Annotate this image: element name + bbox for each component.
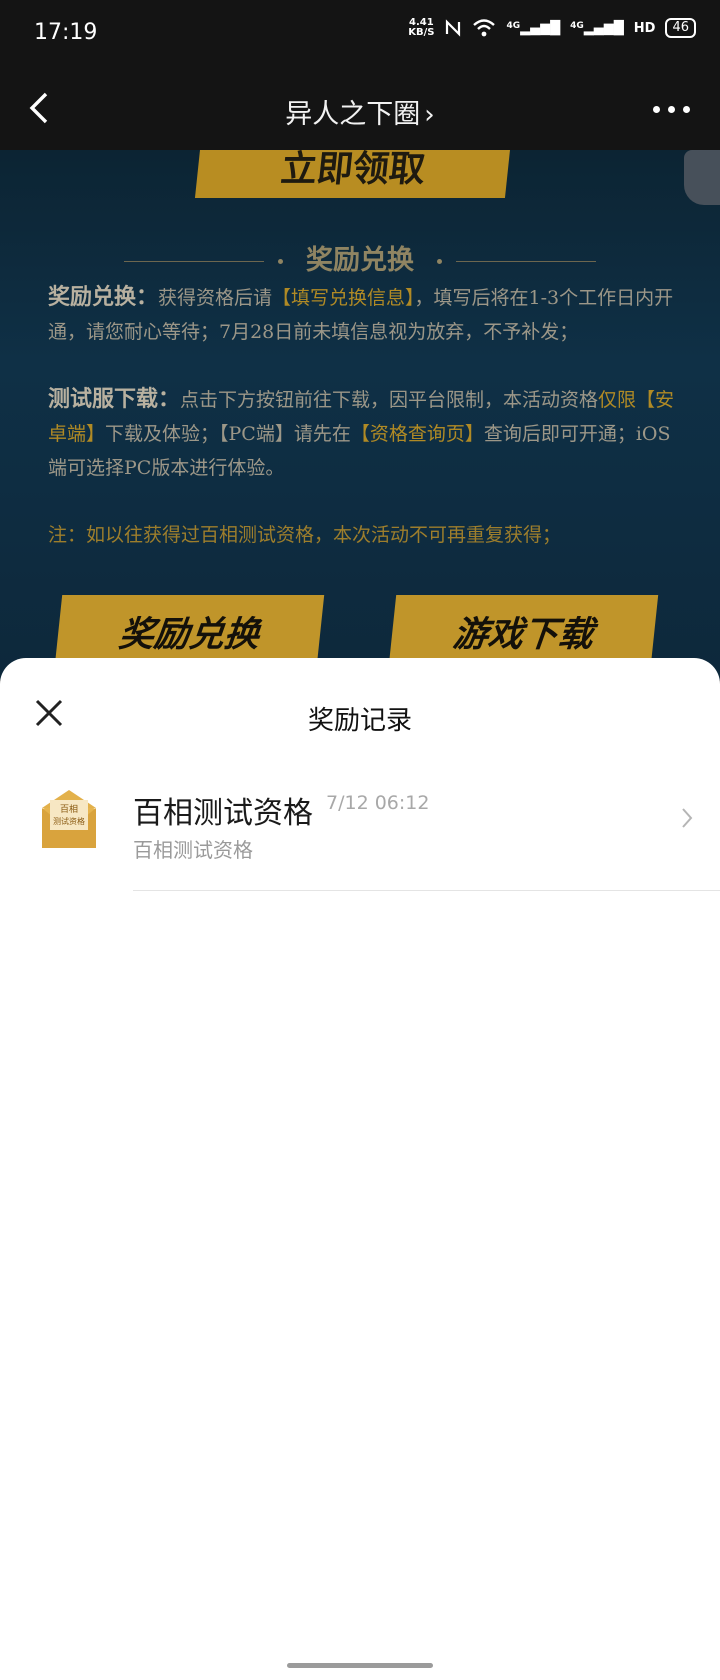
hd-icon: HD: [633, 20, 656, 36]
status-time: 17:19: [34, 20, 98, 45]
claim-now-button[interactable]: 立即领取: [194, 150, 512, 198]
nfc-icon: [446, 19, 461, 37]
activity-banner: 立即领取 奖励兑换 奖励兑换：获得资格后请【填写兑换信息】，填写后将在1-3个工…: [0, 150, 720, 680]
wifi-icon: [473, 19, 496, 37]
status-bar: 17:19 4.41 KB/S 4G▂▄▆█ 4G▂▄▆█ HD 46: [0, 0, 720, 68]
battery-icon: 46: [665, 18, 696, 38]
signal-2-icon: 4G▂▄▆█: [570, 20, 624, 36]
fill-info-link[interactable]: 【填写兑换信息】: [272, 287, 415, 309]
download-label: 测试服下载：: [48, 386, 181, 412]
top-nav: 异人之下圈 ›: [0, 68, 720, 150]
section-heading-text: 奖励兑换: [306, 245, 414, 276]
reward-text-1: 获得资格后请: [158, 287, 273, 309]
envelope-icon: 百相 测试资格: [42, 790, 96, 848]
download-text-2: 下载及体验；【PC端】请先在: [105, 423, 351, 445]
section-heading: 奖励兑换: [0, 238, 720, 277]
more-icon[interactable]: [653, 106, 690, 113]
network-speed-unit: KB/S: [408, 27, 435, 38]
download-text-1: 点击下方按钮前往下载，因平台限制，本活动资格: [180, 389, 599, 411]
network-speed: 4.41 KB/S: [408, 18, 434, 38]
title-chevron-icon: ›: [424, 100, 435, 130]
reward-records-sheet: 奖励记录 百相 测试资格 百相测试资格 7/12 06:12 百相测试资格: [0, 658, 720, 1680]
signal-1-icon: 4G▂▄▆█: [506, 20, 561, 36]
sheet-title: 奖励记录: [307, 706, 412, 736]
record-subtitle: 百相测试资格: [133, 838, 253, 862]
svg-text:测试资格: 测试资格: [53, 816, 85, 826]
note-text: 注：如以往获得过百相测试资格，本次活动不可再重复获得；: [48, 524, 562, 546]
chevron-right-icon: [682, 808, 693, 828]
page-title[interactable]: 异人之下圈 ›: [0, 92, 720, 131]
download-paragraph: 测试服下载：点击下方按钮前往下载，因平台限制，本活动资格仅限【安卓端】下载及体验…: [48, 382, 678, 485]
status-icons: 4.41 KB/S 4G▂▄▆█ 4G▂▄▆█ HD 46: [408, 18, 696, 38]
query-page-link[interactable]: 【资格查询页】: [351, 423, 484, 445]
record-time: 7/12 06:12: [326, 792, 430, 814]
record-name: 百相测试资格: [133, 796, 313, 831]
reward-record-item[interactable]: 百相 测试资格 百相测试资格 7/12 06:12 百相测试资格: [0, 786, 720, 890]
reward-label: 奖励兑换：: [48, 284, 159, 310]
home-indicator: [287, 1663, 433, 1668]
reward-paragraph: 奖励兑换：获得资格后请【填写兑换信息】，填写后将在1-3个工作日内开通，请您耐心…: [48, 280, 678, 349]
svg-text:百相: 百相: [60, 803, 78, 815]
page-title-text: 异人之下圈: [285, 99, 421, 130]
decoration-image: [684, 150, 720, 205]
divider: [133, 890, 720, 891]
